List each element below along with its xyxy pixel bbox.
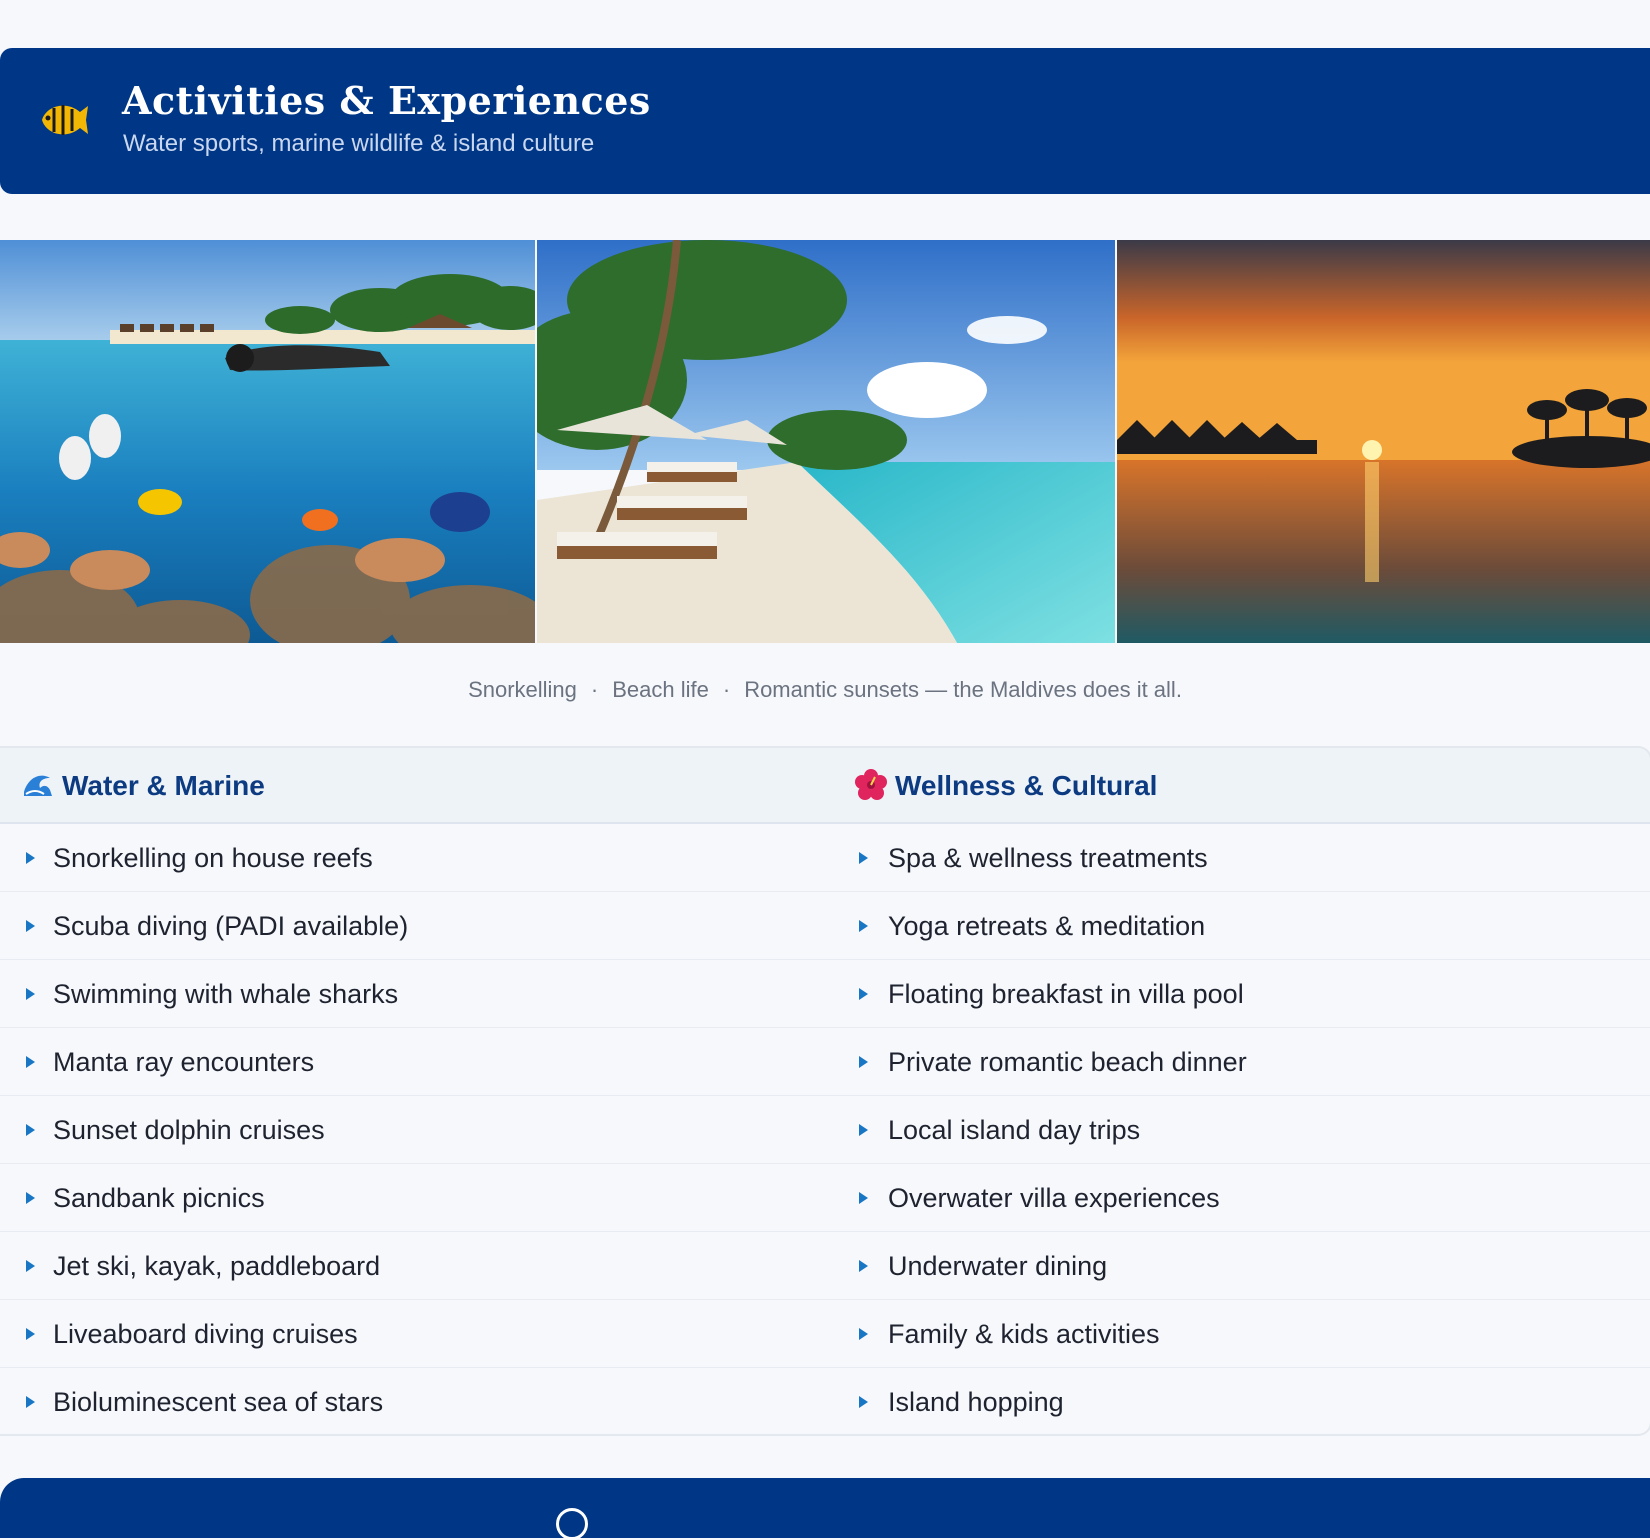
bullet-triangle-icon (26, 1192, 35, 1204)
list-item: Underwater dining (834, 1232, 1650, 1300)
gallery-caption: Snorkelling · Beach life · Romantic sunsets … (0, 677, 1650, 703)
water-marine-heading: Water & Marine (22, 768, 265, 802)
next-section-header (0, 1478, 1650, 1540)
caption-separator: · (590, 677, 599, 702)
bullet-triangle-icon (859, 1260, 868, 1272)
list-item: Jet ski, kayak, paddleboard (0, 1232, 834, 1300)
list-item-label: Bioluminescent sea of stars (53, 1387, 384, 1417)
list-item: Spa & wellness treatments (834, 824, 1650, 892)
caption-sunsets: Romantic sunsets — the Maldives does it … (744, 677, 1182, 702)
photo-sunset-villas (1117, 240, 1650, 643)
list-item: Local island day trips (834, 1096, 1650, 1164)
bullet-triangle-icon (26, 1328, 35, 1340)
hibiscus-icon (855, 769, 887, 800)
list-item-label: Underwater dining (888, 1251, 1108, 1281)
bullet-triangle-icon (859, 1124, 868, 1136)
bullet-triangle-icon (26, 1124, 35, 1136)
bullet-triangle-icon (26, 1396, 35, 1408)
caption-beach-life: Beach life (612, 677, 709, 702)
list-item-label: Family & kids activities (888, 1319, 1160, 1349)
bullet-triangle-icon (26, 852, 35, 864)
wellness-cultural-list: Spa & wellness treatments Yoga retreats … (834, 824, 1650, 1434)
tropical-fish-icon (42, 105, 88, 135)
caption-snorkelling: Snorkelling (468, 677, 577, 702)
bullet-triangle-icon (26, 988, 35, 1000)
list-item-label: Snorkelling on house reefs (53, 843, 373, 873)
list-item-label: Swimming with whale sharks (53, 979, 399, 1009)
bullet-triangle-icon (859, 1328, 868, 1340)
list-item: Family & kids activities (834, 1300, 1650, 1368)
bullet-triangle-icon (859, 1056, 868, 1068)
list-item: Bioluminescent sea of stars (0, 1368, 834, 1434)
bullet-triangle-icon (859, 988, 868, 1000)
photo-beach-loungers (537, 240, 1115, 643)
list-item-label: Spa & wellness treatments (888, 843, 1208, 873)
section-subtitle: Water sports, marine wildlife & island c… (123, 130, 595, 157)
list-item-label: Jet ski, kayak, paddleboard (53, 1251, 381, 1281)
wave-icon (24, 775, 52, 796)
bullet-triangle-icon (859, 920, 868, 932)
bullet-triangle-icon (859, 1396, 868, 1408)
circle-icon (556, 1508, 588, 1540)
caption-separator: · (722, 677, 731, 702)
water-marine-title: Water & Marine (62, 770, 265, 801)
list-item-label: Overwater villa experiences (888, 1183, 1220, 1213)
list-item-label: Scuba diving (PADI available) (53, 911, 409, 941)
bullet-triangle-icon (859, 852, 868, 864)
list-item: Scuba diving (PADI available) (0, 892, 834, 960)
list-item: Snorkelling on house reefs (0, 824, 834, 892)
activities-card: Water & Marine Wellness & Cultural Snork… (0, 746, 1650, 1436)
list-item: Manta ray encounters (0, 1028, 834, 1096)
list-item: Swimming with whale sharks (0, 960, 834, 1028)
list-item: Floating breakfast in villa pool (834, 960, 1650, 1028)
list-item: Liveaboard diving cruises (0, 1300, 834, 1368)
section-title: Activities & Experiences (122, 78, 651, 123)
bullet-triangle-icon (859, 1192, 868, 1204)
list-item-label: Sunset dolphin cruises (53, 1115, 325, 1145)
list-item-label: Local island day trips (888, 1115, 1141, 1145)
wellness-cultural-title: Wellness & Cultural (895, 770, 1158, 801)
list-item-label: Manta ray encounters (53, 1047, 315, 1077)
water-marine-list: Snorkelling on house reefs Scuba diving … (0, 824, 834, 1434)
list-item: Sunset dolphin cruises (0, 1096, 834, 1164)
list-item: Sandbank picnics (0, 1164, 834, 1232)
section-header: Activities & Experiences Water sports, m… (0, 48, 1650, 194)
photo-snorkelling-reef (0, 240, 535, 643)
bullet-triangle-icon (26, 920, 35, 932)
wellness-cultural-heading: Wellness & Cultural (855, 768, 1157, 802)
list-item-label: Sandbank picnics (53, 1183, 265, 1213)
bullet-triangle-icon (26, 1056, 35, 1068)
list-item: Island hopping (834, 1368, 1650, 1434)
list-item-label: Private romantic beach dinner (888, 1047, 1247, 1077)
list-item: Overwater villa experiences (834, 1164, 1650, 1232)
bullet-triangle-icon (26, 1260, 35, 1272)
list-item-label: Liveaboard diving cruises (53, 1319, 358, 1349)
list-item: Yoga retreats & meditation (834, 892, 1650, 960)
list-item-label: Floating breakfast in villa pool (888, 979, 1244, 1009)
list-item-label: Yoga retreats & meditation (888, 911, 1206, 941)
list-item-label: Island hopping (888, 1387, 1064, 1417)
list-item: Private romantic beach dinner (834, 1028, 1650, 1096)
